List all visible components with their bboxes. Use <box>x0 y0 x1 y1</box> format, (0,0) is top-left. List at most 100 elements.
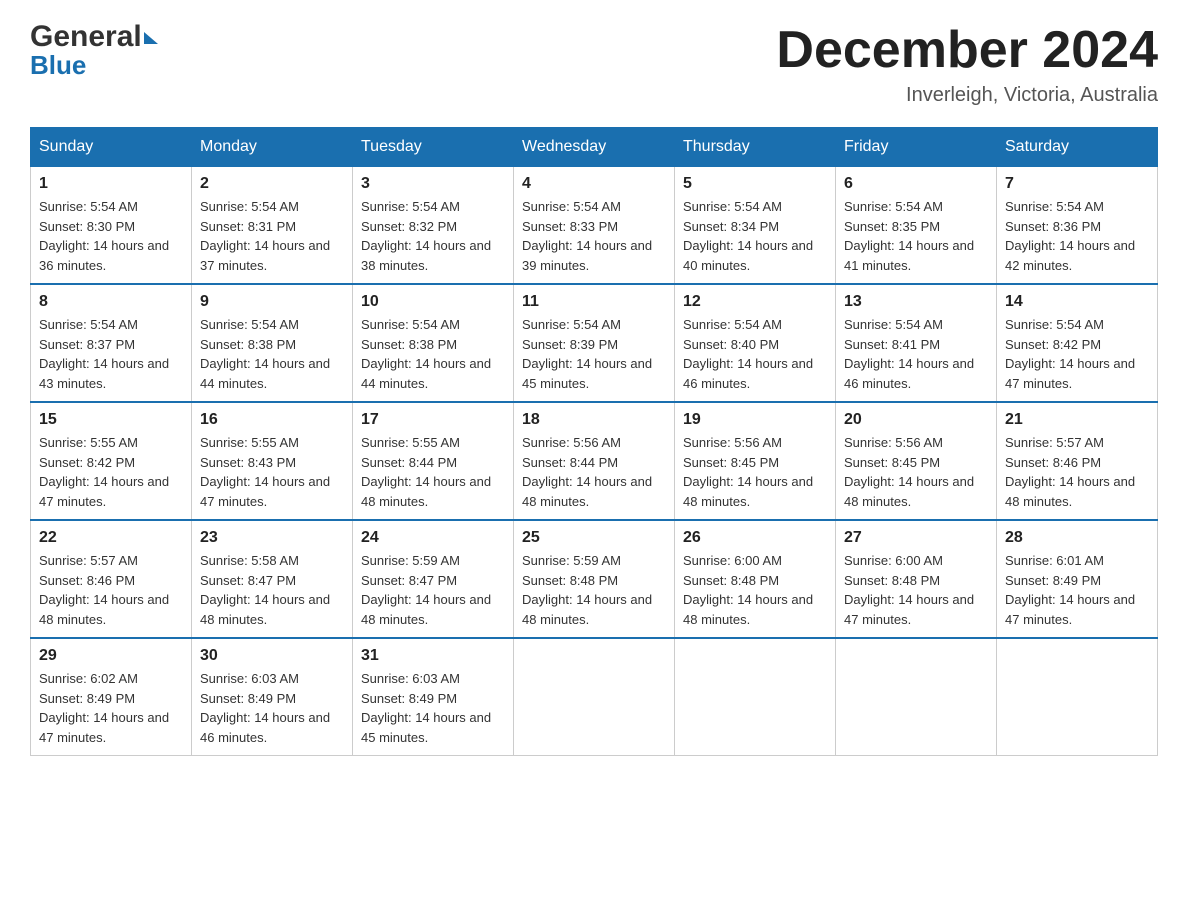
daylight-text: Daylight: 14 hours and 38 minutes. <box>361 236 505 275</box>
daylight-text: Daylight: 14 hours and 47 minutes. <box>39 708 183 747</box>
day-info: Sunrise: 5:54 AM Sunset: 8:37 PM Dayligh… <box>39 315 183 393</box>
daylight-text: Daylight: 14 hours and 43 minutes. <box>39 354 183 393</box>
sunset-text: Sunset: 8:43 PM <box>200 453 344 473</box>
day-number: 12 <box>683 293 827 311</box>
daylight-text: Daylight: 14 hours and 36 minutes. <box>39 236 183 275</box>
sunrise-text: Sunrise: 6:03 AM <box>200 669 344 689</box>
table-row: 24 Sunrise: 5:59 AM Sunset: 8:47 PM Dayl… <box>353 520 514 638</box>
daylight-text: Daylight: 14 hours and 48 minutes. <box>361 590 505 629</box>
day-number: 11 <box>522 293 666 311</box>
day-number: 24 <box>361 529 505 547</box>
table-row: 12 Sunrise: 5:54 AM Sunset: 8:40 PM Dayl… <box>675 284 836 402</box>
day-number: 14 <box>1005 293 1149 311</box>
sunrise-text: Sunrise: 5:54 AM <box>200 197 344 217</box>
daylight-text: Daylight: 14 hours and 48 minutes. <box>361 472 505 511</box>
table-row: 2 Sunrise: 5:54 AM Sunset: 8:31 PM Dayli… <box>192 167 353 285</box>
daylight-text: Daylight: 14 hours and 45 minutes. <box>522 354 666 393</box>
sunset-text: Sunset: 8:48 PM <box>844 571 988 591</box>
table-row: 30 Sunrise: 6:03 AM Sunset: 8:49 PM Dayl… <box>192 638 353 756</box>
daylight-text: Daylight: 14 hours and 46 minutes. <box>200 708 344 747</box>
sunrise-text: Sunrise: 5:54 AM <box>844 197 988 217</box>
day-info: Sunrise: 6:03 AM Sunset: 8:49 PM Dayligh… <box>361 669 505 747</box>
table-row: 27 Sunrise: 6:00 AM Sunset: 8:48 PM Dayl… <box>836 520 997 638</box>
sunset-text: Sunset: 8:31 PM <box>200 217 344 237</box>
day-number: 10 <box>361 293 505 311</box>
day-number: 31 <box>361 647 505 665</box>
calendar-table: Sunday Monday Tuesday Wednesday Thursday… <box>30 127 1158 756</box>
sunset-text: Sunset: 8:46 PM <box>39 571 183 591</box>
daylight-text: Daylight: 14 hours and 47 minutes. <box>200 472 344 511</box>
day-info: Sunrise: 5:56 AM Sunset: 8:44 PM Dayligh… <box>522 433 666 511</box>
day-info: Sunrise: 5:54 AM Sunset: 8:31 PM Dayligh… <box>200 197 344 275</box>
day-info: Sunrise: 6:02 AM Sunset: 8:49 PM Dayligh… <box>39 669 183 747</box>
daylight-text: Daylight: 14 hours and 47 minutes. <box>1005 354 1149 393</box>
table-row: 16 Sunrise: 5:55 AM Sunset: 8:43 PM Dayl… <box>192 402 353 520</box>
day-info: Sunrise: 5:55 AM Sunset: 8:42 PM Dayligh… <box>39 433 183 511</box>
table-row: 11 Sunrise: 5:54 AM Sunset: 8:39 PM Dayl… <box>514 284 675 402</box>
table-row: 22 Sunrise: 5:57 AM Sunset: 8:46 PM Dayl… <box>31 520 192 638</box>
day-info: Sunrise: 5:57 AM Sunset: 8:46 PM Dayligh… <box>1005 433 1149 511</box>
sunrise-text: Sunrise: 5:54 AM <box>522 197 666 217</box>
sunset-text: Sunset: 8:32 PM <box>361 217 505 237</box>
sunrise-text: Sunrise: 5:57 AM <box>39 551 183 571</box>
day-number: 17 <box>361 411 505 429</box>
sunrise-text: Sunrise: 5:54 AM <box>39 315 183 335</box>
daylight-text: Daylight: 14 hours and 48 minutes. <box>200 590 344 629</box>
table-row: 20 Sunrise: 5:56 AM Sunset: 8:45 PM Dayl… <box>836 402 997 520</box>
sunrise-text: Sunrise: 5:57 AM <box>1005 433 1149 453</box>
table-row: 23 Sunrise: 5:58 AM Sunset: 8:47 PM Dayl… <box>192 520 353 638</box>
sunrise-text: Sunrise: 5:58 AM <box>200 551 344 571</box>
day-info: Sunrise: 5:54 AM Sunset: 8:38 PM Dayligh… <box>200 315 344 393</box>
sunset-text: Sunset: 8:30 PM <box>39 217 183 237</box>
daylight-text: Daylight: 14 hours and 48 minutes. <box>683 590 827 629</box>
sunset-text: Sunset: 8:42 PM <box>1005 335 1149 355</box>
day-info: Sunrise: 5:54 AM Sunset: 8:36 PM Dayligh… <box>1005 197 1149 275</box>
daylight-text: Daylight: 14 hours and 48 minutes. <box>683 472 827 511</box>
table-row: 9 Sunrise: 5:54 AM Sunset: 8:38 PM Dayli… <box>192 284 353 402</box>
day-info: Sunrise: 5:57 AM Sunset: 8:46 PM Dayligh… <box>39 551 183 629</box>
daylight-text: Daylight: 14 hours and 44 minutes. <box>200 354 344 393</box>
logo-arrow-icon <box>144 32 158 44</box>
day-info: Sunrise: 5:54 AM Sunset: 8:40 PM Dayligh… <box>683 315 827 393</box>
sunrise-text: Sunrise: 5:54 AM <box>522 315 666 335</box>
daylight-text: Daylight: 14 hours and 41 minutes. <box>844 236 988 275</box>
header-monday: Monday <box>192 128 353 167</box>
table-row: 15 Sunrise: 5:55 AM Sunset: 8:42 PM Dayl… <box>31 402 192 520</box>
sunrise-text: Sunrise: 6:00 AM <box>844 551 988 571</box>
day-info: Sunrise: 5:56 AM Sunset: 8:45 PM Dayligh… <box>844 433 988 511</box>
day-info: Sunrise: 6:00 AM Sunset: 8:48 PM Dayligh… <box>844 551 988 629</box>
table-row <box>836 638 997 756</box>
day-info: Sunrise: 6:00 AM Sunset: 8:48 PM Dayligh… <box>683 551 827 629</box>
day-number: 3 <box>361 175 505 193</box>
day-number: 27 <box>844 529 988 547</box>
table-row: 17 Sunrise: 5:55 AM Sunset: 8:44 PM Dayl… <box>353 402 514 520</box>
sunset-text: Sunset: 8:49 PM <box>361 689 505 709</box>
sunrise-text: Sunrise: 5:54 AM <box>1005 315 1149 335</box>
day-number: 4 <box>522 175 666 193</box>
table-row <box>997 638 1158 756</box>
day-number: 9 <box>200 293 344 311</box>
day-number: 18 <box>522 411 666 429</box>
day-number: 1 <box>39 175 183 193</box>
day-number: 8 <box>39 293 183 311</box>
table-row: 29 Sunrise: 6:02 AM Sunset: 8:49 PM Dayl… <box>31 638 192 756</box>
sunrise-text: Sunrise: 6:02 AM <box>39 669 183 689</box>
sunrise-text: Sunrise: 5:54 AM <box>361 197 505 217</box>
table-row: 25 Sunrise: 5:59 AM Sunset: 8:48 PM Dayl… <box>514 520 675 638</box>
sunrise-text: Sunrise: 5:54 AM <box>1005 197 1149 217</box>
header-saturday: Saturday <box>997 128 1158 167</box>
daylight-text: Daylight: 14 hours and 48 minutes. <box>39 590 183 629</box>
day-number: 20 <box>844 411 988 429</box>
header-sunday: Sunday <box>31 128 192 167</box>
day-info: Sunrise: 5:54 AM Sunset: 8:33 PM Dayligh… <box>522 197 666 275</box>
calendar-week-row: 22 Sunrise: 5:57 AM Sunset: 8:46 PM Dayl… <box>31 520 1158 638</box>
sunset-text: Sunset: 8:38 PM <box>200 335 344 355</box>
sunset-text: Sunset: 8:38 PM <box>361 335 505 355</box>
table-row: 7 Sunrise: 5:54 AM Sunset: 8:36 PM Dayli… <box>997 167 1158 285</box>
sunrise-text: Sunrise: 5:56 AM <box>522 433 666 453</box>
sunrise-text: Sunrise: 6:01 AM <box>1005 551 1149 571</box>
sunrise-text: Sunrise: 5:54 AM <box>683 315 827 335</box>
sunrise-text: Sunrise: 5:55 AM <box>200 433 344 453</box>
sunrise-text: Sunrise: 5:54 AM <box>39 197 183 217</box>
logo: General Blue <box>30 20 158 81</box>
